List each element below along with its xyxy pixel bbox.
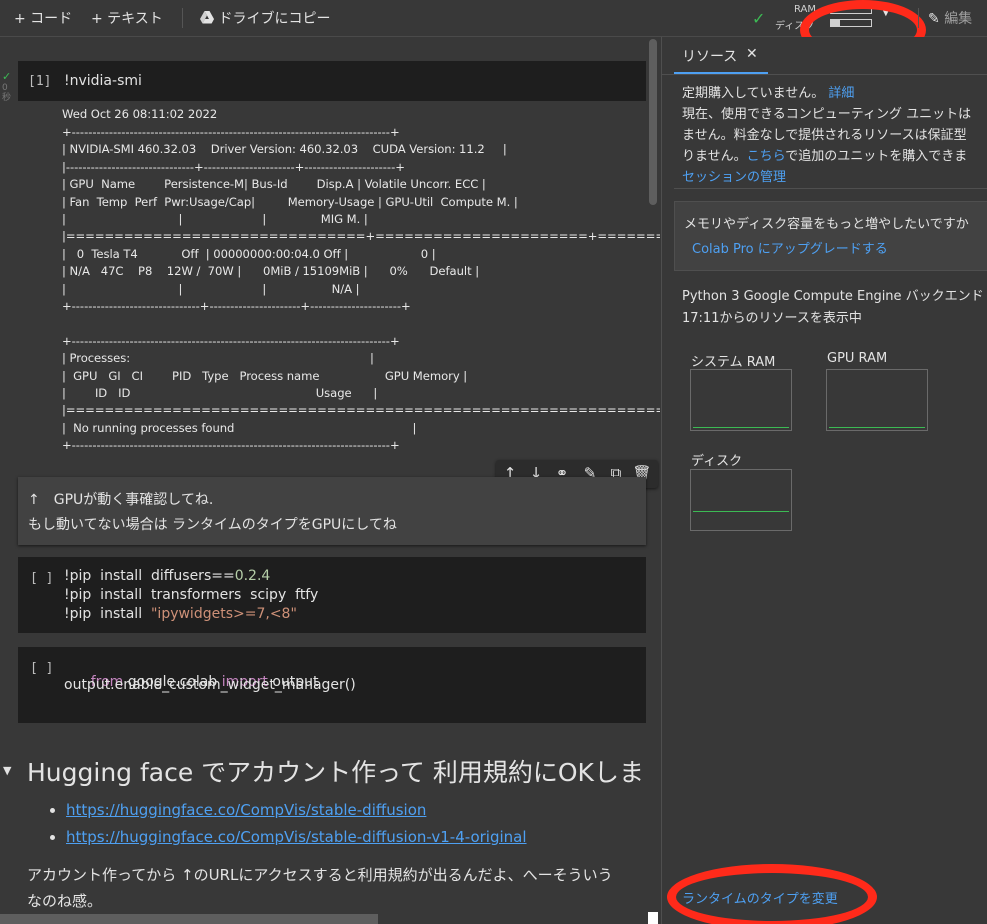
backend-info: Python 3 Google Compute Engine バックエンド (	[682, 289, 987, 304]
output-line: | GPU Name Persistence-M| Bus-Id Disp.A …	[62, 177, 486, 192]
output-line: | No running processes found |	[62, 420, 417, 435]
cell-status: ✓ 0 秒	[2, 70, 12, 103]
disk-chart	[690, 469, 792, 531]
link-list: https://huggingface.co/CompVis/stable-di…	[26, 797, 527, 851]
add-text-button[interactable]: + テキスト	[91, 8, 163, 28]
success-check-icon: ✓	[2, 70, 12, 83]
scrollbar-thumb[interactable]	[649, 39, 657, 205]
add-code-button[interactable]: + コード	[14, 8, 72, 28]
notebook-area: ✓ 0 秒 [1] !nvidia-smi Wed Oct 26 08:11:0…	[0, 37, 660, 924]
gpu-ram-label: GPU RAM	[827, 351, 888, 366]
annotation-circle-bottom	[667, 864, 877, 924]
code-line: !pip install diffusers==0.2.4	[64, 568, 271, 584]
toolbar-divider-2	[918, 8, 919, 28]
section-heading: Hugging face でアカウント作って 利用規約にOKしま	[27, 758, 644, 787]
connected-check-icon: ✓	[752, 9, 766, 28]
code-line: !pip install "ipywidgets>=7,<8"	[64, 606, 297, 622]
exec-time: 0 秒	[2, 83, 12, 103]
backend-info: 17:11からのリソースを表示中	[682, 311, 862, 326]
text-line-2: もし動いてない場合は ランタイムのタイプをGPUにしてね	[28, 517, 397, 533]
output-line: Wed Oct 26 08:11:02 2022	[62, 107, 218, 121]
output-line: +-------------------------------+-------…	[62, 299, 411, 313]
code-line: !nvidia-smi	[64, 73, 142, 89]
output-line: |=======================================…	[62, 403, 660, 418]
code-line: !pip install transformers scipy ftfy	[64, 587, 319, 603]
resources-panel: リソース ✕ 定期購入していません。 詳細 現在、使用できるコンピューティング …	[661, 37, 987, 924]
model-link[interactable]: https://huggingface.co/CompVis/stable-di…	[66, 828, 527, 846]
disk-label: ディスク	[691, 454, 743, 469]
output-line: | N/A 47C P8 12W / 70W | 0MiB / 15109MiB…	[62, 264, 480, 279]
exec-count: [ ]	[30, 571, 54, 586]
text-cell-gpu-note[interactable]: ↑ GPUが動く事確認してね. もし動いてない場合は ランタイムのタイプをGPU…	[18, 477, 646, 545]
upgrade-link[interactable]: Colab Pro にアップグレードする	[692, 238, 888, 257]
compute-units-text: りません。こちらで追加のユニットを購入できま	[682, 149, 968, 164]
close-icon[interactable]: ✕	[746, 46, 758, 62]
exec-count: [1]	[28, 74, 52, 89]
code-line: output.enable_custom_widget_manager()	[64, 677, 356, 693]
code-cell-widget-manager[interactable]: [ ] from google.colab import output outp…	[18, 647, 646, 723]
system-ram-chart	[690, 369, 792, 431]
code-cell-nvidia-smi[interactable]: [1] !nvidia-smi	[18, 61, 646, 101]
output-line: +---------------------------------------…	[62, 438, 400, 453]
upgrade-card: メモリやディスク容量をもっと増やしたいですか Colab Pro にアップグレー…	[674, 201, 987, 271]
gpu-ram-chart	[826, 369, 928, 431]
subscription-status: 定期購入していません。 詳細	[682, 86, 855, 101]
details-link[interactable]: 詳細	[828, 86, 854, 101]
output-line: | GPU GI CI PID Type Process name GPU Me…	[62, 368, 468, 383]
output-line: | | | N/A |	[62, 281, 360, 296]
toolbar-divider	[182, 8, 183, 28]
output-line: | Fan Temp Perf Pwr:Usage/Cap| Memory-Us…	[62, 194, 518, 209]
copy-to-drive-button[interactable]: ドライブにコピー	[200, 8, 330, 28]
list-item: https://huggingface.co/CompVis/stable-di…	[66, 824, 527, 851]
scroll-corner	[648, 912, 658, 924]
system-ram-label: システム RAM	[691, 355, 776, 370]
collapse-section-icon[interactable]: ▼	[3, 764, 11, 777]
output-line: | 0 Tesla T4 Off | 00000000:00:04.0 Off …	[62, 246, 436, 261]
exec-count: [ ]	[30, 661, 54, 676]
edit-button[interactable]: ✎ 編集	[928, 8, 972, 28]
cell-output: Wed Oct 26 08:11:02 2022 +---------------…	[0, 107, 660, 457]
horizontal-scrollbar[interactable]	[0, 914, 378, 924]
code-cell-pip-install[interactable]: [ ] !pip install diffusers==0.2.4 !pip in…	[18, 557, 646, 633]
manage-sessions-link[interactable]: セッションの管理	[682, 166, 786, 185]
output-line: | NVIDIA-SMI 460.32.03 Driver Version: 4…	[62, 142, 507, 157]
text-line-1: ↑ GPUが動く事確認してね.	[28, 492, 214, 508]
copy-to-drive-label: ドライブにコピー	[218, 11, 331, 27]
output-line: |-------------------------------+-------…	[62, 159, 405, 174]
list-item: https://huggingface.co/CompVis/stable-di…	[66, 797, 527, 824]
output-line: | | | MIG M. |	[62, 212, 368, 226]
model-link[interactable]: https://huggingface.co/CompVis/stable-di…	[66, 801, 426, 819]
toolbar: + コード + テキスト ドライブにコピー ✓ RAM ディスク ▼ ✎ 編集	[0, 0, 987, 60]
output-line: | ID ID Usage |	[62, 386, 378, 400]
output-line: | Processes: |	[62, 351, 374, 366]
compute-units-text: ません。料金なしで提供されるリソースは保証型	[682, 128, 967, 143]
upgrade-question: メモリやディスク容量をもっと増やしたいですか	[684, 217, 969, 232]
output-line: +---------------------------------------…	[62, 125, 400, 139]
drive-icon	[200, 11, 214, 24]
pencil-icon: ✎	[928, 11, 940, 27]
compute-units-text: 現在、使用できるコンピューティング ユニットは	[682, 107, 972, 122]
edit-label: 編集	[944, 11, 973, 27]
output-line: +---------------------------------------…	[62, 333, 400, 348]
purchase-link[interactable]: こちら	[747, 149, 786, 164]
paragraph-line: なのね感。	[27, 892, 103, 910]
paragraph-line: アカウント作ってから ↑のURLにアクセスすると利用規約が出るんだよ、へーそうい…	[27, 866, 613, 884]
tab-resources[interactable]: リソース ✕	[674, 37, 768, 74]
tab-label: リソース	[682, 49, 738, 65]
output-line: |===============================+=======…	[62, 229, 660, 244]
